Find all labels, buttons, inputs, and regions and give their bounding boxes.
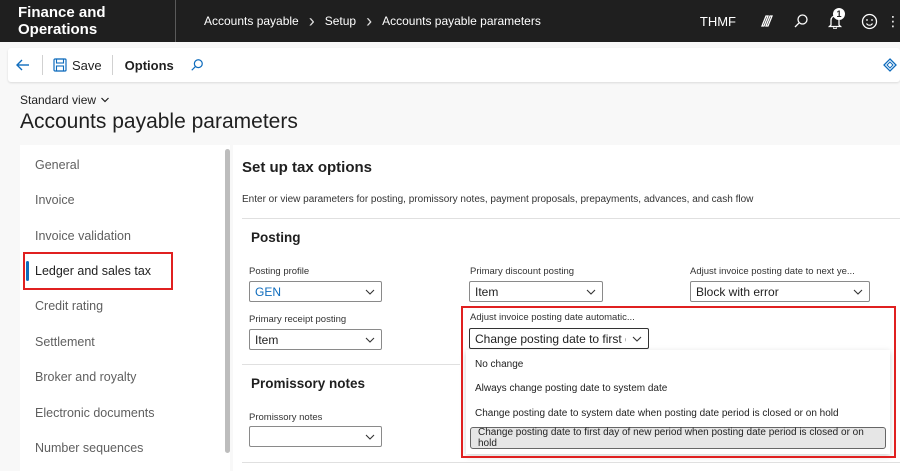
search-icon [191,59,203,71]
nav-item-settlement[interactable]: Settlement [20,324,220,360]
search-icon[interactable] [784,0,818,42]
nav-item-label: Broker and royalty [35,370,137,384]
action-search-button[interactable] [182,48,212,82]
primary-discount-value: Item [475,284,499,299]
divider [242,462,900,463]
nav-item-number-sequences[interactable]: Number sequences [20,430,220,466]
header-divider [175,0,176,42]
nav-item-invoice[interactable]: Invoice [20,182,220,218]
section-title: Set up tax options [242,159,373,176]
chevron-down-icon[interactable] [359,287,381,297]
nav-scrollbar[interactable] [225,149,230,453]
nav-item-general[interactable]: General [20,147,220,183]
diamond-icon[interactable] [880,48,900,82]
primary-receipt-label: Primary receipt posting [249,314,347,325]
save-button[interactable]: Save [47,58,108,73]
header-actions: THMF 1 ⋮ [700,0,900,42]
nav-item-label: General [35,158,80,172]
primary-receipt-value: Item [255,332,279,347]
app-name[interactable]: Finance and Operations [0,4,175,38]
nav-item-label: Invoice [35,193,75,207]
chevron-down-icon[interactable] [359,335,381,345]
feedback-smiley-icon[interactable] [852,0,886,42]
promissory-heading[interactable]: Promissory notes [251,376,365,391]
divider [242,364,460,365]
adjust-next-year-value: Block with error [696,284,779,299]
chevron-right-icon: › [366,11,373,31]
company-picker[interactable]: THMF [700,14,736,29]
save-label: Save [72,57,102,73]
posting-heading[interactable]: Posting [251,230,301,245]
nav-item-label: Settlement [35,335,95,349]
posting-profile-value: GEN [255,284,282,299]
save-icon [53,58,67,72]
chevron-down-icon[interactable] [359,432,381,442]
chevron-down-icon [101,97,109,103]
posting-profile-combo[interactable]: GEN [249,281,382,302]
page-title: Accounts payable parameters [20,110,298,133]
toolbar-divider [42,55,43,75]
notification-badge: 1 [833,8,845,20]
app-header: Finance and Operations Accounts payable … [0,0,900,42]
chevron-down-icon[interactable] [847,287,869,297]
breadcrumb-accounts-payable[interactable]: Accounts payable [204,14,299,28]
view-label: Standard view [20,93,97,107]
adjust-next-year-combo[interactable]: Block with error [690,281,870,302]
view-selector[interactable]: Standard view [20,93,110,107]
copilot-icon[interactable] [750,0,784,42]
primary-discount-combo[interactable]: Item [469,281,603,302]
section-description: Enter or view parameters for posting, pr… [242,194,754,205]
nav-item-label: Invoice validation [35,229,131,243]
action-pane: Save Options [8,48,900,82]
annotation-highlight-box [23,252,173,290]
toolbar-divider [111,55,113,75]
primary-discount-label: Primary discount posting [470,266,575,277]
nav-item-label: Number sequences [35,441,144,455]
breadcrumb-setup[interactable]: Setup [325,14,356,28]
posting-profile-label: Posting profile [249,266,310,277]
nav-item-label: Electronic documents [35,406,155,420]
notifications-icon[interactable]: 1 [818,0,852,42]
breadcrumb-parameters[interactable]: Accounts payable parameters [382,14,541,28]
promissory-notes-label: Promissory notes [249,412,323,423]
nav-item-invoice-validation[interactable]: Invoice validation [20,218,220,254]
nav-item-broker-and-royalty[interactable]: Broker and royalty [20,359,220,395]
more-icon[interactable]: ⋮ [886,0,900,42]
nav-item-label: Credit rating [35,299,104,313]
primary-receipt-combo[interactable]: Item [249,329,382,350]
parameters-nav: General Invoice Invoice validation Ledge… [20,145,230,471]
chevron-down-icon[interactable] [580,287,602,297]
divider [242,218,900,219]
chevron-right-icon: › [308,11,315,31]
arrow-left-icon [16,59,29,71]
adjust-next-year-label: Adjust invoice posting date to next ye..… [690,266,855,277]
nav-item-credit-rating[interactable]: Credit rating [20,288,220,324]
options-tab[interactable]: Options [117,58,182,73]
nav-item-electronic-documents[interactable]: Electronic documents [20,395,220,431]
promissory-notes-combo[interactable] [249,426,382,447]
back-button[interactable] [8,48,38,82]
annotation-highlight-box [461,306,896,458]
breadcrumb: Accounts payable › Setup › Accounts paya… [204,12,541,30]
